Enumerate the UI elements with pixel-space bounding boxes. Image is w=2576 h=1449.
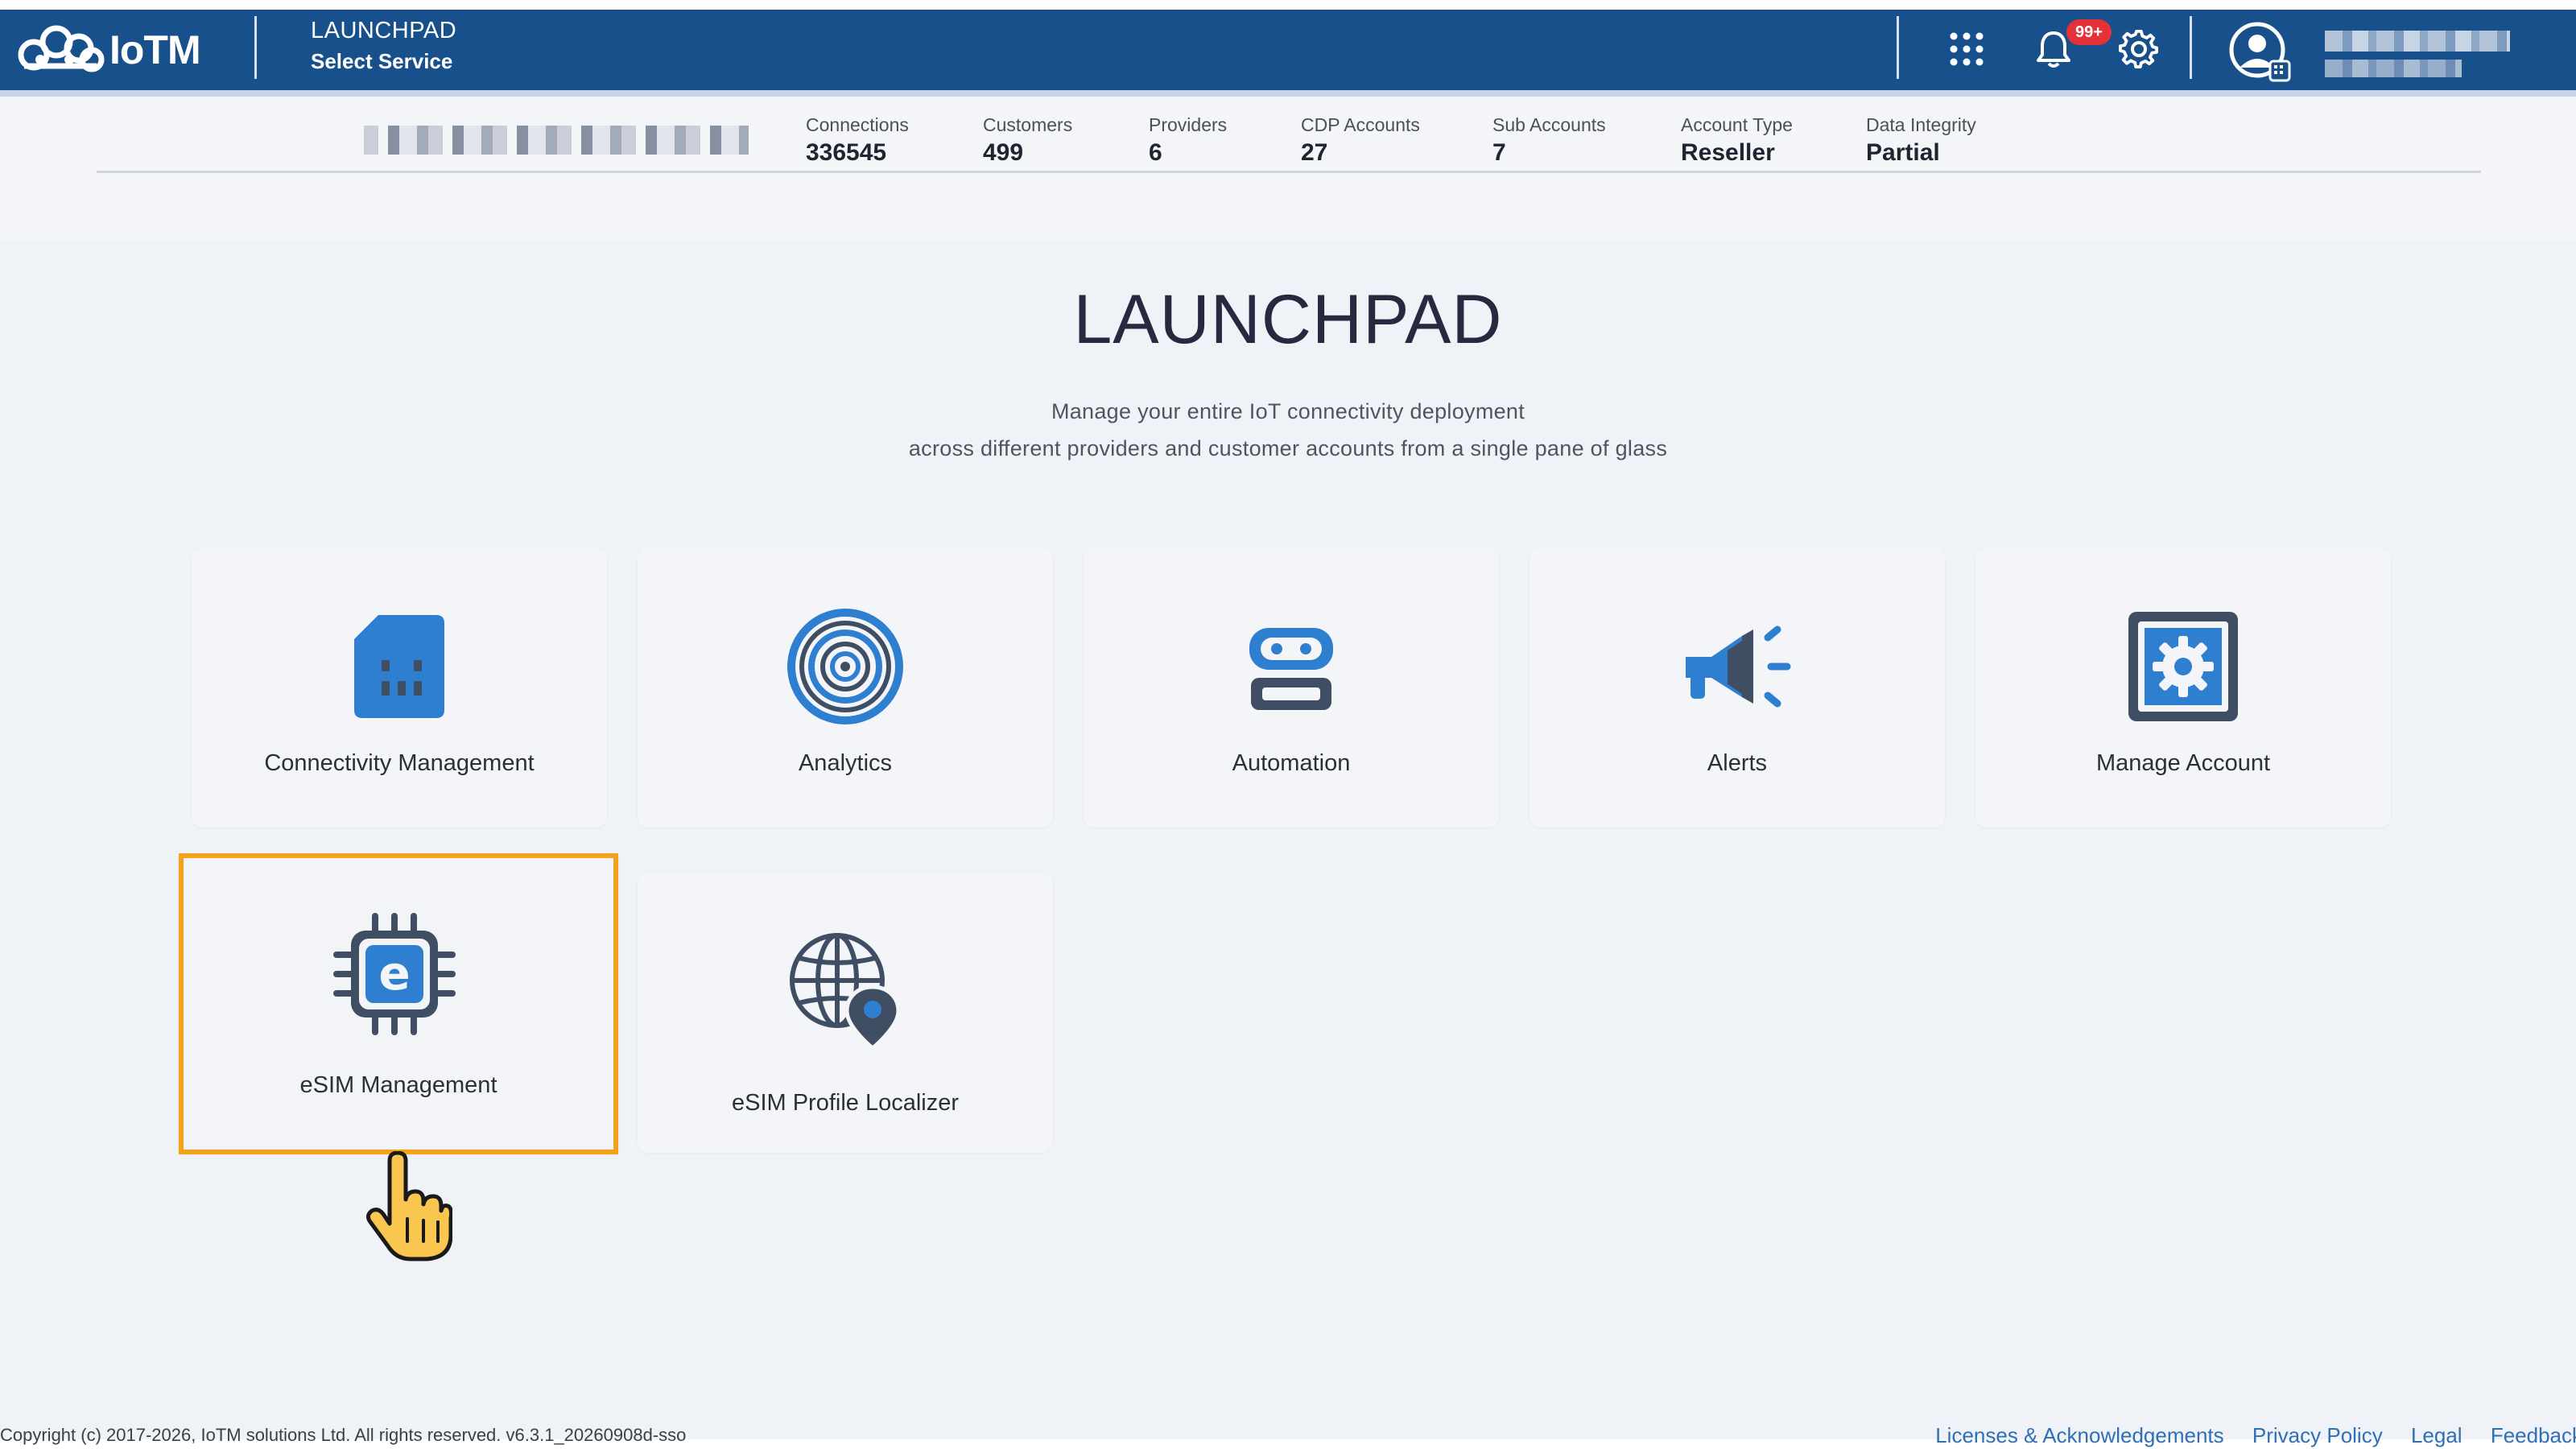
globe-pin-icon bbox=[790, 933, 901, 1051]
service-card-analytics[interactable]: Analytics bbox=[638, 547, 1053, 828]
breadcrumb: LAUNCHPAD Select Service bbox=[311, 18, 456, 74]
header-divider bbox=[254, 16, 257, 79]
page-title: LAUNCHPAD bbox=[1073, 281, 1503, 358]
sim-card-icon bbox=[354, 615, 444, 718]
service-card-manage-account[interactable]: Manage Account bbox=[1975, 547, 2391, 828]
service-card-esim-management[interactable]: e eSIM Management bbox=[179, 853, 618, 1154]
stat-value: 6 bbox=[1149, 139, 1162, 166]
service-card-alerts[interactable]: Alerts bbox=[1530, 547, 1945, 828]
stat-label: Connections bbox=[806, 114, 909, 135]
copyright-text: Copyright (c) 2017-2026, IoTM solutions … bbox=[0, 1425, 687, 1445]
cloud-logo-icon bbox=[18, 25, 105, 72]
gear-icon[interactable] bbox=[2119, 29, 2159, 69]
stat-label: CDP Accounts bbox=[1301, 114, 1420, 135]
stats-divider bbox=[97, 171, 2481, 173]
stat-connections: Connections 336545 bbox=[806, 114, 909, 167]
stat-value: 27 bbox=[1301, 139, 1328, 166]
apps-grid-icon[interactable] bbox=[1946, 29, 1987, 69]
hand-pointer-cursor-icon bbox=[365, 1151, 452, 1261]
stat-value: 336545 bbox=[806, 139, 887, 166]
stat-value: 7 bbox=[1492, 139, 1506, 166]
header-divider bbox=[1897, 16, 1899, 79]
stat-label: Providers bbox=[1149, 114, 1228, 135]
notification-count-badge: 99+ bbox=[2066, 19, 2112, 45]
service-card-connectivity-management[interactable]: Connectivity Management bbox=[192, 547, 607, 828]
licenses-link[interactable]: Licenses & Acknowledgements bbox=[1935, 1423, 2223, 1447]
account-name-redacted bbox=[364, 126, 749, 155]
stat-value: Partial bbox=[1866, 139, 1940, 166]
radar-icon bbox=[787, 609, 903, 724]
account-stats-bar bbox=[0, 97, 2576, 242]
page-section-title: LAUNCHPAD bbox=[311, 18, 457, 43]
privacy-policy-link[interactable]: Privacy Policy bbox=[2252, 1423, 2383, 1447]
service-label: eSIM Profile Localizer bbox=[731, 1090, 960, 1116]
page-description-line-2: across different providers and customer … bbox=[908, 436, 1668, 460]
stat-customers: Customers 499 bbox=[983, 114, 1072, 167]
service-card-esim-profile-localizer[interactable]: eSIM Profile Localizer bbox=[638, 873, 1053, 1153]
esim-chip-icon: e bbox=[333, 913, 456, 1035]
user-avatar-icon[interactable] bbox=[2228, 19, 2293, 84]
brand-logo[interactable]: IoTM bbox=[16, 21, 201, 79]
stat-account-type: Account Type Reseller bbox=[1681, 114, 1793, 167]
service-label: Alerts bbox=[1707, 750, 1768, 776]
robot-icon bbox=[1249, 628, 1333, 710]
service-label: Connectivity Management bbox=[264, 750, 535, 776]
stat-providers: Providers 6 bbox=[1149, 114, 1227, 167]
service-label: Analytics bbox=[798, 750, 893, 776]
page-description-line-1: Manage your entire IoT connectivity depl… bbox=[1051, 399, 1525, 423]
stat-data-integrity: Data Integrity Partial bbox=[1866, 114, 1976, 167]
stat-value: 499 bbox=[983, 139, 1024, 166]
top-navigation-bar: IoTM LAUNCHPAD Select Service 99+ bbox=[0, 10, 2576, 97]
svg-text:e: e bbox=[378, 946, 410, 1001]
service-label: Manage Account bbox=[2095, 750, 2271, 776]
stat-cdp-accounts: CDP Accounts 27 bbox=[1301, 114, 1420, 167]
megaphone-icon bbox=[1686, 625, 1791, 708]
stat-label: Sub Accounts bbox=[1492, 114, 1606, 135]
stat-label: Data Integrity bbox=[1866, 114, 1976, 135]
brand-name: IoTM bbox=[109, 27, 201, 72]
account-gear-icon bbox=[2128, 612, 2238, 721]
footer-links: Licenses & Acknowledgements Privacy Poli… bbox=[1913, 1423, 2576, 1448]
user-org-redacted bbox=[2325, 60, 2462, 77]
feedback-link[interactable]: Feedback bbox=[2491, 1423, 2576, 1447]
page: IoTM LAUNCHPAD Select Service 99+ Connec… bbox=[0, 10, 2576, 1447]
stat-sub-accounts: Sub Accounts 7 bbox=[1492, 114, 1606, 167]
stat-label: Customers bbox=[983, 114, 1073, 135]
stat-value: Reseller bbox=[1681, 139, 1775, 166]
user-name-redacted bbox=[2325, 31, 2510, 52]
legal-link[interactable]: Legal bbox=[2411, 1423, 2462, 1447]
page-section-subtitle: Select Service bbox=[311, 49, 453, 73]
service-label: eSIM Management bbox=[299, 1072, 497, 1098]
stat-label: Account Type bbox=[1681, 114, 1793, 135]
service-label: Automation bbox=[1232, 750, 1351, 776]
service-card-automation[interactable]: Automation bbox=[1084, 547, 1499, 828]
header-divider bbox=[2190, 16, 2192, 79]
